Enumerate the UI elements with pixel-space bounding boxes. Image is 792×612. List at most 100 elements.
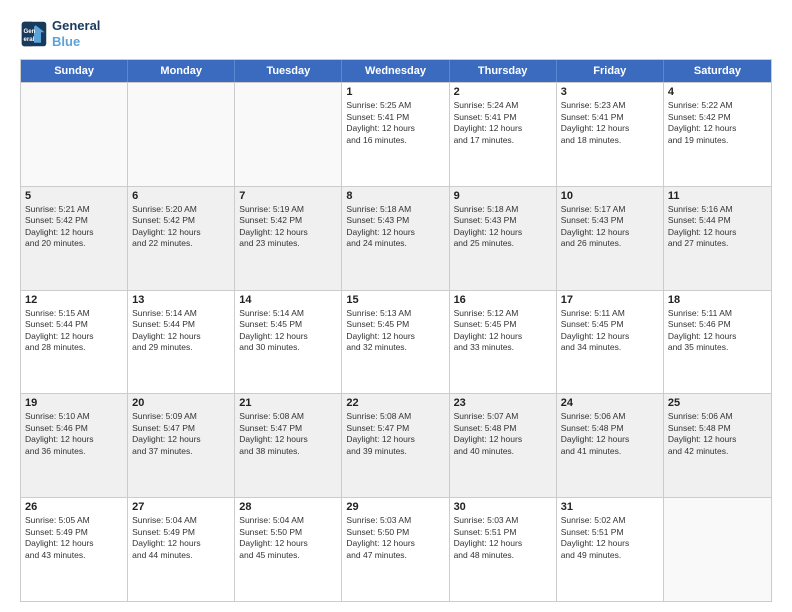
day-detail: Sunrise: 5:20 AM Sunset: 5:42 PM Dayligh… — [132, 204, 230, 250]
day-number: 27 — [132, 501, 230, 513]
calendar-cell: 13Sunrise: 5:14 AM Sunset: 5:44 PM Dayli… — [128, 291, 235, 394]
calendar-cell: 15 Sunrise: 5:13 AM Sunset: 5:45 PM Dayli… — [342, 291, 449, 394]
day-detail: Sunrise: 5:18 AM Sunset: 5:43 PM Dayligh… — [454, 204, 552, 250]
logo: Gen eral General Blue — [20, 18, 100, 49]
day-detail: Sunrise: 5:02 AM Sunset: 5:51 PM Dayligh… — [561, 515, 659, 561]
calendar-header-cell: Monday — [128, 60, 235, 82]
day-detail: Sunrise: 5:13 AM Sunset: 5:45 PM Dayligh… — [346, 308, 444, 354]
day-detail: Sunrise: 5:24 AM Sunset: 5:41 PM Dayligh… — [454, 100, 552, 146]
day-detail: Sunrise: 5:21 AM Sunset: 5:42 PM Dayligh… — [25, 204, 123, 250]
calendar-cell: 24Sunrise: 5:06 AM Sunset: 5:48 PM Dayli… — [557, 394, 664, 497]
calendar-header-cell: Thursday — [450, 60, 557, 82]
calendar-body: 1 Sunrise: 5:25 AM Sunset: 5:41 PM Daylig… — [21, 82, 771, 601]
day-number: 14 — [239, 294, 337, 306]
day-detail: Sunrise: 5:23 AM Sunset: 5:41 PM Dayligh… — [561, 100, 659, 146]
day-number: 30 — [454, 501, 552, 513]
day-detail: Sunrise: 5:09 AM Sunset: 5:47 PM Dayligh… — [132, 411, 230, 457]
day-number: 18 — [668, 294, 767, 306]
calendar-cell: 21 Sunrise: 5:08 AM Sunset: 5:47 PM Dayli… — [235, 394, 342, 497]
calendar-cell: 20 Sunrise: 5:09 AM Sunset: 5:47 PM Dayli… — [128, 394, 235, 497]
calendar-week-row: 26 Sunrise: 5:05 AM Sunset: 5:49 PM Dayli… — [21, 497, 771, 601]
logo-text: General Blue — [52, 18, 100, 49]
day-number: 25 — [668, 397, 767, 409]
calendar-cell: 25 Sunrise: 5:06 AM Sunset: 5:48 PM Dayli… — [664, 394, 771, 497]
calendar-cell: 5 Sunrise: 5:21 AM Sunset: 5:42 PM Daylig… — [21, 187, 128, 290]
day-detail: Sunrise: 5:14 AM Sunset: 5:45 PM Dayligh… — [239, 308, 337, 354]
calendar-cell: 12 Sunrise: 5:15 AM Sunset: 5:44 PM Dayli… — [21, 291, 128, 394]
calendar-week-row: 1 Sunrise: 5:25 AM Sunset: 5:41 PM Daylig… — [21, 82, 771, 186]
calendar-cell: 2 Sunrise: 5:24 AM Sunset: 5:41 PM Daylig… — [450, 83, 557, 186]
svg-text:Gen: Gen — [24, 28, 36, 35]
calendar-cell: 3 Sunrise: 5:23 AM Sunset: 5:41 PM Daylig… — [557, 83, 664, 186]
calendar-header-cell: Sunday — [21, 60, 128, 82]
day-detail: Sunrise: 5:05 AM Sunset: 5:49 PM Dayligh… — [25, 515, 123, 561]
calendar: SundayMondayTuesdayWednesdayThursdayFrid… — [20, 59, 772, 602]
calendar-header-cell: Wednesday — [342, 60, 449, 82]
calendar-cell: 10 Sunrise: 5:17 AM Sunset: 5:43 PM Dayli… — [557, 187, 664, 290]
day-detail: Sunrise: 5:04 AM Sunset: 5:49 PM Dayligh… — [132, 515, 230, 561]
day-detail: Sunrise: 5:08 AM Sunset: 5:47 PM Dayligh… — [346, 411, 444, 457]
day-number: 26 — [25, 501, 123, 513]
day-number: 16 — [454, 294, 552, 306]
calendar-cell: 4Sunrise: 5:22 AM Sunset: 5:42 PM Daylig… — [664, 83, 771, 186]
day-number: 15 — [346, 294, 444, 306]
calendar-header-row: SundayMondayTuesdayWednesdayThursdayFrid… — [21, 60, 771, 82]
day-detail: Sunrise: 5:07 AM Sunset: 5:48 PM Dayligh… — [454, 411, 552, 457]
day-number: 22 — [346, 397, 444, 409]
calendar-header-cell: Friday — [557, 60, 664, 82]
calendar-week-row: 19Sunrise: 5:10 AM Sunset: 5:46 PM Dayli… — [21, 393, 771, 497]
calendar-cell: 28 Sunrise: 5:04 AM Sunset: 5:50 PM Dayli… — [235, 498, 342, 601]
day-number: 6 — [132, 190, 230, 202]
day-number: 17 — [561, 294, 659, 306]
day-number: 19 — [25, 397, 123, 409]
day-detail: Sunrise: 5:12 AM Sunset: 5:45 PM Dayligh… — [454, 308, 552, 354]
calendar-header-cell: Saturday — [664, 60, 771, 82]
calendar-header-cell: Tuesday — [235, 60, 342, 82]
page-header: Gen eral General Blue — [20, 18, 772, 49]
calendar-cell: 31Sunrise: 5:02 AM Sunset: 5:51 PM Dayli… — [557, 498, 664, 601]
day-detail: Sunrise: 5:04 AM Sunset: 5:50 PM Dayligh… — [239, 515, 337, 561]
logo-icon: Gen eral — [20, 20, 48, 48]
calendar-cell: 14 Sunrise: 5:14 AM Sunset: 5:45 PM Dayli… — [235, 291, 342, 394]
day-detail: Sunrise: 5:19 AM Sunset: 5:42 PM Dayligh… — [239, 204, 337, 250]
day-detail: Sunrise: 5:03 AM Sunset: 5:50 PM Dayligh… — [346, 515, 444, 561]
calendar-cell: 17Sunrise: 5:11 AM Sunset: 5:45 PM Dayli… — [557, 291, 664, 394]
day-number: 29 — [346, 501, 444, 513]
calendar-cell: 11 Sunrise: 5:16 AM Sunset: 5:44 PM Dayli… — [664, 187, 771, 290]
day-detail: Sunrise: 5:06 AM Sunset: 5:48 PM Dayligh… — [668, 411, 767, 457]
calendar-cell: 7 Sunrise: 5:19 AM Sunset: 5:42 PM Daylig… — [235, 187, 342, 290]
day-number: 4 — [668, 86, 767, 98]
day-number: 24 — [561, 397, 659, 409]
day-number: 3 — [561, 86, 659, 98]
day-number: 7 — [239, 190, 337, 202]
day-number: 23 — [454, 397, 552, 409]
day-number: 20 — [132, 397, 230, 409]
day-number: 12 — [25, 294, 123, 306]
calendar-cell: 16 Sunrise: 5:12 AM Sunset: 5:45 PM Dayli… — [450, 291, 557, 394]
svg-text:eral: eral — [24, 36, 35, 43]
day-detail: Sunrise: 5:17 AM Sunset: 5:43 PM Dayligh… — [561, 204, 659, 250]
calendar-cell: 30 Sunrise: 5:03 AM Sunset: 5:51 PM Dayli… — [450, 498, 557, 601]
calendar-cell: 9 Sunrise: 5:18 AM Sunset: 5:43 PM Daylig… — [450, 187, 557, 290]
day-number: 11 — [668, 190, 767, 202]
day-number: 21 — [239, 397, 337, 409]
calendar-cell: 23 Sunrise: 5:07 AM Sunset: 5:48 PM Dayli… — [450, 394, 557, 497]
calendar-cell: 6 Sunrise: 5:20 AM Sunset: 5:42 PM Daylig… — [128, 187, 235, 290]
day-number: 10 — [561, 190, 659, 202]
day-detail: Sunrise: 5:25 AM Sunset: 5:41 PM Dayligh… — [346, 100, 444, 146]
day-number: 28 — [239, 501, 337, 513]
day-number: 1 — [346, 86, 444, 98]
day-number: 2 — [454, 86, 552, 98]
calendar-cell: 29 Sunrise: 5:03 AM Sunset: 5:50 PM Dayli… — [342, 498, 449, 601]
calendar-cell: 18Sunrise: 5:11 AM Sunset: 5:46 PM Dayli… — [664, 291, 771, 394]
day-detail: Sunrise: 5:16 AM Sunset: 5:44 PM Dayligh… — [668, 204, 767, 250]
day-number: 5 — [25, 190, 123, 202]
calendar-cell: 19Sunrise: 5:10 AM Sunset: 5:46 PM Dayli… — [21, 394, 128, 497]
day-detail: Sunrise: 5:15 AM Sunset: 5:44 PM Dayligh… — [25, 308, 123, 354]
day-detail: Sunrise: 5:03 AM Sunset: 5:51 PM Dayligh… — [454, 515, 552, 561]
day-detail: Sunrise: 5:08 AM Sunset: 5:47 PM Dayligh… — [239, 411, 337, 457]
day-number: 8 — [346, 190, 444, 202]
day-number: 9 — [454, 190, 552, 202]
calendar-cell — [664, 498, 771, 601]
calendar-cell: 26 Sunrise: 5:05 AM Sunset: 5:49 PM Dayli… — [21, 498, 128, 601]
